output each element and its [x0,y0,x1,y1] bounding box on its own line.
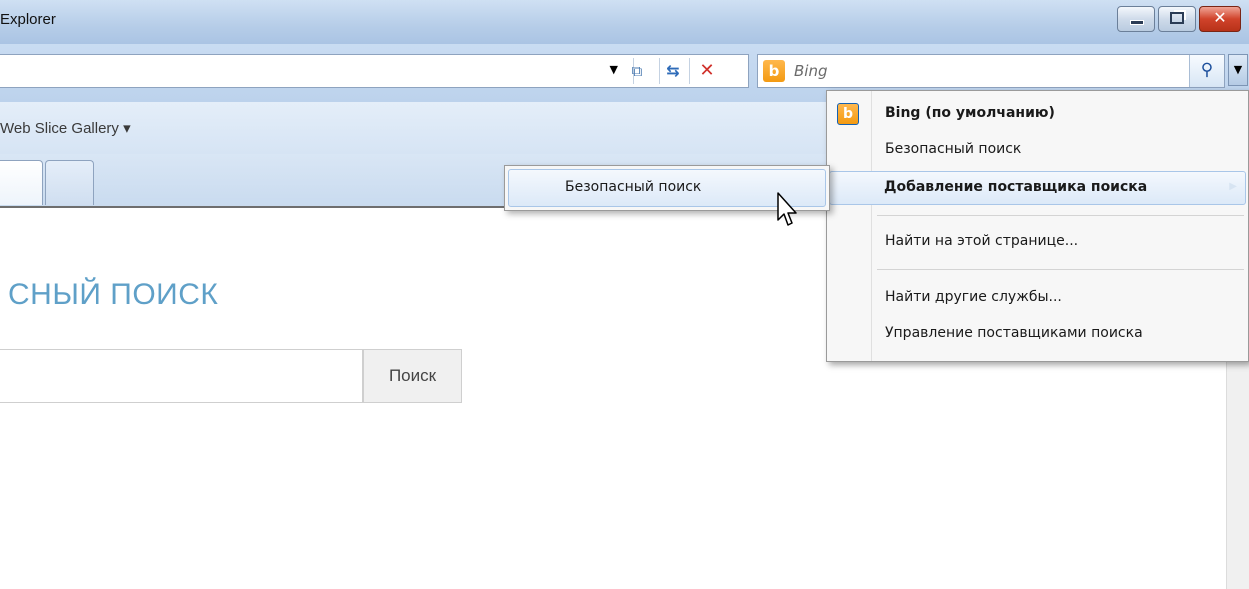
menu-item-find-more-providers[interactable]: Найти другие службы... [829,281,1246,315]
query-input[interactable] [0,349,363,403]
menu-item-add-search-provider[interactable]: Добавление поставщика поиска ▶ [829,171,1246,205]
minimize-button[interactable] [1117,6,1155,32]
menu-item-manage-providers[interactable]: Управление поставщиками поиска [829,317,1246,351]
menu-separator [877,269,1244,270]
menu-item-label: Управление поставщиками поиска [885,325,1143,341]
submenu-item-label: Безопасный поиск [565,179,702,195]
mouse-cursor-icon [777,192,797,226]
search-provider-menu: b Bing (по умолчанию) Безопасный поиск Д… [826,90,1249,362]
menu-separator [877,215,1244,216]
menu-item-label: Bing (по умолчанию) [885,105,1055,121]
bing-icon: b [837,103,859,125]
close-button[interactable]: ✕ [1199,6,1241,32]
page-heading: СНЫЙ ПОИСК [8,278,219,311]
window-title-bar: Explorer ✕ [0,0,1249,44]
menu-item-find-on-page[interactable]: Найти на этой странице... [829,225,1246,259]
divider [659,58,660,84]
address-bar[interactable]: ▼ ⧉ ⇆ ✕ [0,54,749,88]
menu-item-label: Добавление поставщика поиска [884,179,1148,195]
divider [689,58,690,84]
menu-item-safe-search[interactable]: Безопасный поиск [829,133,1246,167]
bing-icon[interactable]: b [763,60,785,82]
address-dropdown-icon[interactable]: ▼ [610,63,618,76]
query-search-button[interactable]: Поиск [363,349,462,403]
search-placeholder: Bing [794,62,828,80]
minimize-icon [1130,20,1144,25]
window-controls: ✕ [1117,6,1241,32]
web-slice-gallery-link[interactable]: Web Slice Gallery ▾ [0,119,131,137]
menu-item-label: Безопасный поиск [885,141,1022,157]
new-tab-button[interactable] [45,160,94,205]
menu-item-label: Найти на этой странице... [885,233,1079,249]
close-icon: ✕ [1213,8,1227,27]
search-button[interactable]: ⚲ [1189,55,1224,87]
restore-icon [1170,12,1184,24]
menu-item-bing-default[interactable]: b Bing (по умолчанию) [829,97,1246,131]
menu-item-label: Найти другие службы... [885,289,1062,305]
compatibility-view-icon[interactable]: ⧉ [626,60,648,82]
tab-active[interactable] [0,160,43,205]
search-options-dropdown-button[interactable]: ▼ [1228,54,1248,86]
stop-icon[interactable]: ✕ [696,60,718,82]
chevron-down-icon: ▼ [1233,63,1243,76]
submenu-arrow-icon: ▶ [1229,181,1237,192]
window-title: Explorer [0,11,56,28]
magnifier-icon: ⚲ [1200,60,1214,80]
search-box[interactable]: b Bing ⚲ [757,54,1225,88]
restore-button[interactable] [1158,6,1196,32]
refresh-icon[interactable]: ⇆ [662,60,684,82]
